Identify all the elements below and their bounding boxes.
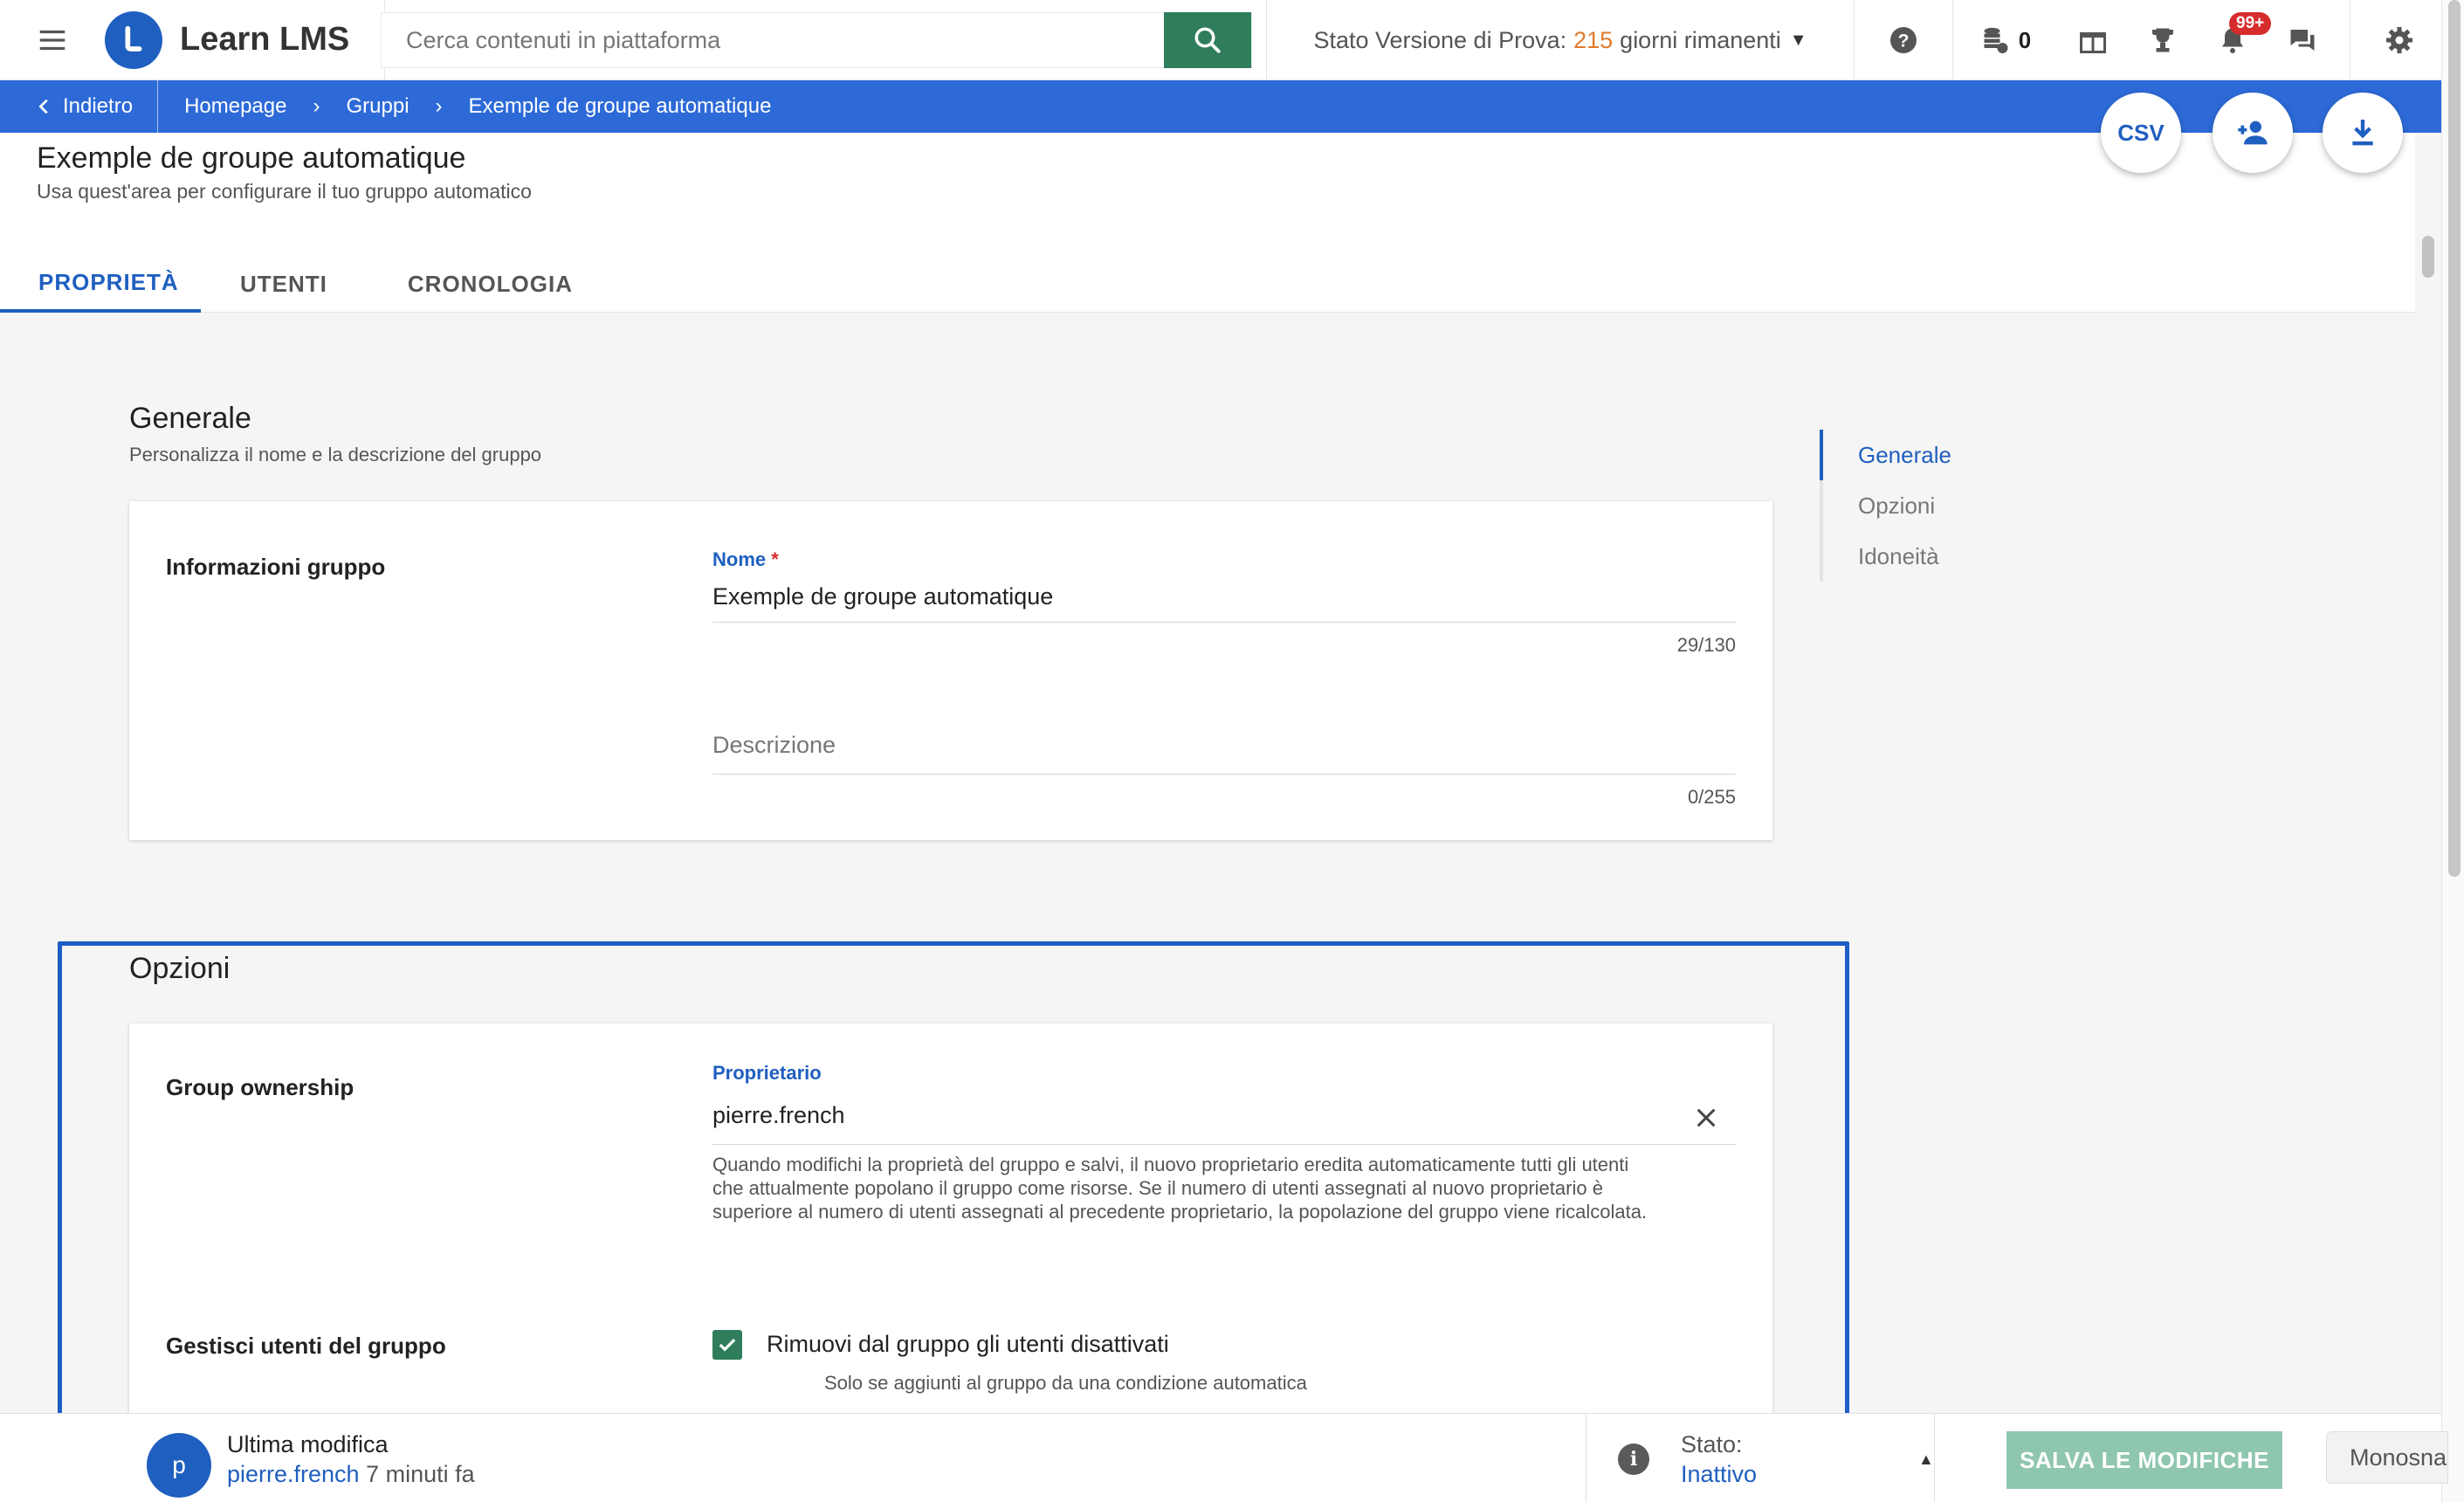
svg-text:?: ?	[1898, 31, 1910, 52]
avatar: p	[147, 1433, 211, 1498]
search-button[interactable]	[1164, 12, 1251, 68]
description-underline	[712, 774, 1736, 775]
name-underline	[712, 622, 1736, 623]
owner-help-line: che attualmente popolano il gruppo come …	[712, 1177, 1603, 1199]
section-title-general: Generale	[129, 402, 251, 435]
group-ownership-label: Group ownership	[166, 1074, 354, 1100]
back-label: Indietro	[63, 94, 134, 118]
bottom-bar: p Ultima modifica pierre.french 7 minuti…	[0, 1413, 2448, 1502]
content-scrollbar-thumb[interactable]	[2422, 236, 2434, 278]
monosnap-tab[interactable]: Monosnap	[2326, 1431, 2448, 1484]
trial-prefix: Stato Versione di Prova:	[1313, 26, 1567, 53]
menu-icon[interactable]	[0, 0, 105, 80]
chat-icon[interactable]	[2268, 0, 2337, 80]
owner-help-line: superiore al numero di utenti assegnati …	[712, 1201, 1648, 1223]
owner-underline	[712, 1144, 1736, 1145]
name-label-text: Nome	[712, 548, 767, 570]
required-marker: *	[771, 548, 779, 570]
back-button[interactable]: Indietro	[0, 80, 159, 133]
manage-users-label: Gestisci utenti del gruppo	[166, 1333, 446, 1359]
description-counter: 0/255	[1687, 786, 1736, 808]
trial-days: 215	[1573, 26, 1614, 53]
search-input[interactable]	[382, 13, 1164, 67]
trial-suffix: giorni rimanenti	[1620, 26, 1781, 53]
caret-up-icon: ▲	[1918, 1450, 1934, 1468]
trial-status-dropdown[interactable]: Stato Versione di Prova: 215 giorni rima…	[1266, 0, 1855, 80]
chevron-right-icon: ›	[435, 94, 443, 118]
search-icon	[1194, 27, 1221, 53]
check-icon	[719, 1339, 736, 1352]
last-modified-time: 7 minuti fa	[366, 1461, 475, 1487]
tab-properties[interactable]: PROPRIETÀ	[0, 255, 201, 313]
name-counter: 29/130	[1676, 634, 1736, 656]
coins-count: 0	[2018, 26, 2032, 53]
remove-deactivated-label[interactable]: Rimuovi dal gruppo gli utenti disattivat…	[767, 1331, 1169, 1358]
download-button[interactable]	[2323, 93, 2403, 173]
description-field[interactable]: Descrizione	[712, 732, 836, 759]
breadcrumb-item-current: Exemple de groupe automatique	[468, 94, 772, 118]
options-card: Group ownership Proprietario pierre.fren…	[129, 1023, 1772, 1425]
owner-field-label: Proprietario	[712, 1062, 822, 1084]
remove-deactivated-hint: Solo se aggiunti al gruppo da una condiz…	[824, 1372, 1307, 1394]
help-icon[interactable]: ?	[1855, 0, 1952, 80]
app-logo[interactable]: Learn LMS	[105, 0, 386, 80]
tabs: PROPRIETÀ UTENTI CRONOLOGIA	[0, 255, 573, 313]
name-field[interactable]: Exemple de groupe automatique	[712, 583, 1053, 610]
section-nav-options[interactable]: Opzioni	[1823, 480, 1951, 531]
tab-history[interactable]: CRONOLOGIA	[327, 255, 573, 313]
coins-button[interactable]: 0	[1953, 0, 2058, 80]
notifications-button[interactable]: 99+	[2198, 0, 2272, 80]
logo-mark-icon	[105, 10, 162, 69]
page-subtitle: Usa quest'area per configurare il tuo gr…	[37, 180, 532, 203]
general-card: Informazioni gruppo Nome * Exemple de gr…	[129, 501, 1772, 840]
chevron-right-icon: ›	[313, 94, 320, 118]
status-label: Stato:	[1681, 1431, 1743, 1457]
breadcrumb-item-gruppi[interactable]: Gruppi	[346, 94, 409, 119]
last-modified-user[interactable]: pierre.french	[227, 1461, 360, 1487]
caret-down-icon: ▼	[1789, 30, 1807, 50]
breadcrumb-item-homepage[interactable]: Homepage	[184, 94, 286, 119]
search-bar	[381, 12, 1252, 68]
csv-button[interactable]: CSV	[2101, 93, 2181, 173]
status-dropdown[interactable]: i Stato: Inattivo ▲	[1586, 1414, 1935, 1502]
section-nav-eligibility[interactable]: Idoneità	[1823, 531, 1951, 582]
info-icon: i	[1618, 1443, 1649, 1475]
owner-field[interactable]: pierre.french	[712, 1102, 845, 1129]
chevron-left-icon	[38, 99, 48, 114]
owner-help-text: Quando modifichi la proprietà del gruppo…	[712, 1153, 1752, 1223]
page-title: Exemple de groupe automatique	[37, 141, 466, 175]
trophy-icon[interactable]	[2128, 0, 2198, 80]
app-name: Learn LMS	[180, 21, 350, 58]
notifications-badge: 99+	[2229, 12, 2272, 35]
gear-icon[interactable]	[2350, 0, 2448, 80]
person-add-icon	[2238, 121, 2268, 145]
tab-users[interactable]: UTENTI	[201, 255, 327, 313]
coins-icon	[1984, 27, 2008, 53]
clear-owner-button[interactable]	[1689, 1100, 1724, 1135]
download-icon	[2352, 120, 2373, 146]
remove-deactivated-checkbox[interactable]	[712, 1330, 742, 1360]
close-icon	[1697, 1108, 1716, 1127]
section-nav-general[interactable]: Generale	[1820, 430, 1951, 480]
save-button[interactable]: SALVA LE MODIFICHE	[2006, 1431, 2282, 1489]
add-user-button[interactable]	[2213, 93, 2293, 173]
last-modified-info: pierre.french 7 minuti fa	[227, 1461, 475, 1488]
section-subtitle-general: Personalizza il nome e la descrizione de…	[129, 444, 542, 465]
section-nav: Generale Opzioni Idoneità	[1820, 430, 1951, 582]
section-title-options: Opzioni	[129, 952, 231, 985]
breadcrumb: Indietro Homepage › Gruppi › Exemple de …	[0, 80, 2441, 133]
group-info-label: Informazioni gruppo	[166, 554, 386, 580]
owner-help-line: Quando modifichi la proprietà del gruppo…	[712, 1154, 1629, 1175]
page-header: Exemple de groupe automatique Usa quest'…	[0, 133, 2415, 313]
name-field-label: Nome *	[712, 548, 779, 571]
page-scrollbar-thumb[interactable]	[2448, 0, 2461, 877]
gift-icon[interactable]	[2058, 0, 2128, 80]
status-value: Inattivo	[1681, 1461, 1758, 1487]
last-modified-title: Ultima modifica	[227, 1431, 389, 1457]
top-icons: ? 0 99+	[1855, 0, 2448, 80]
